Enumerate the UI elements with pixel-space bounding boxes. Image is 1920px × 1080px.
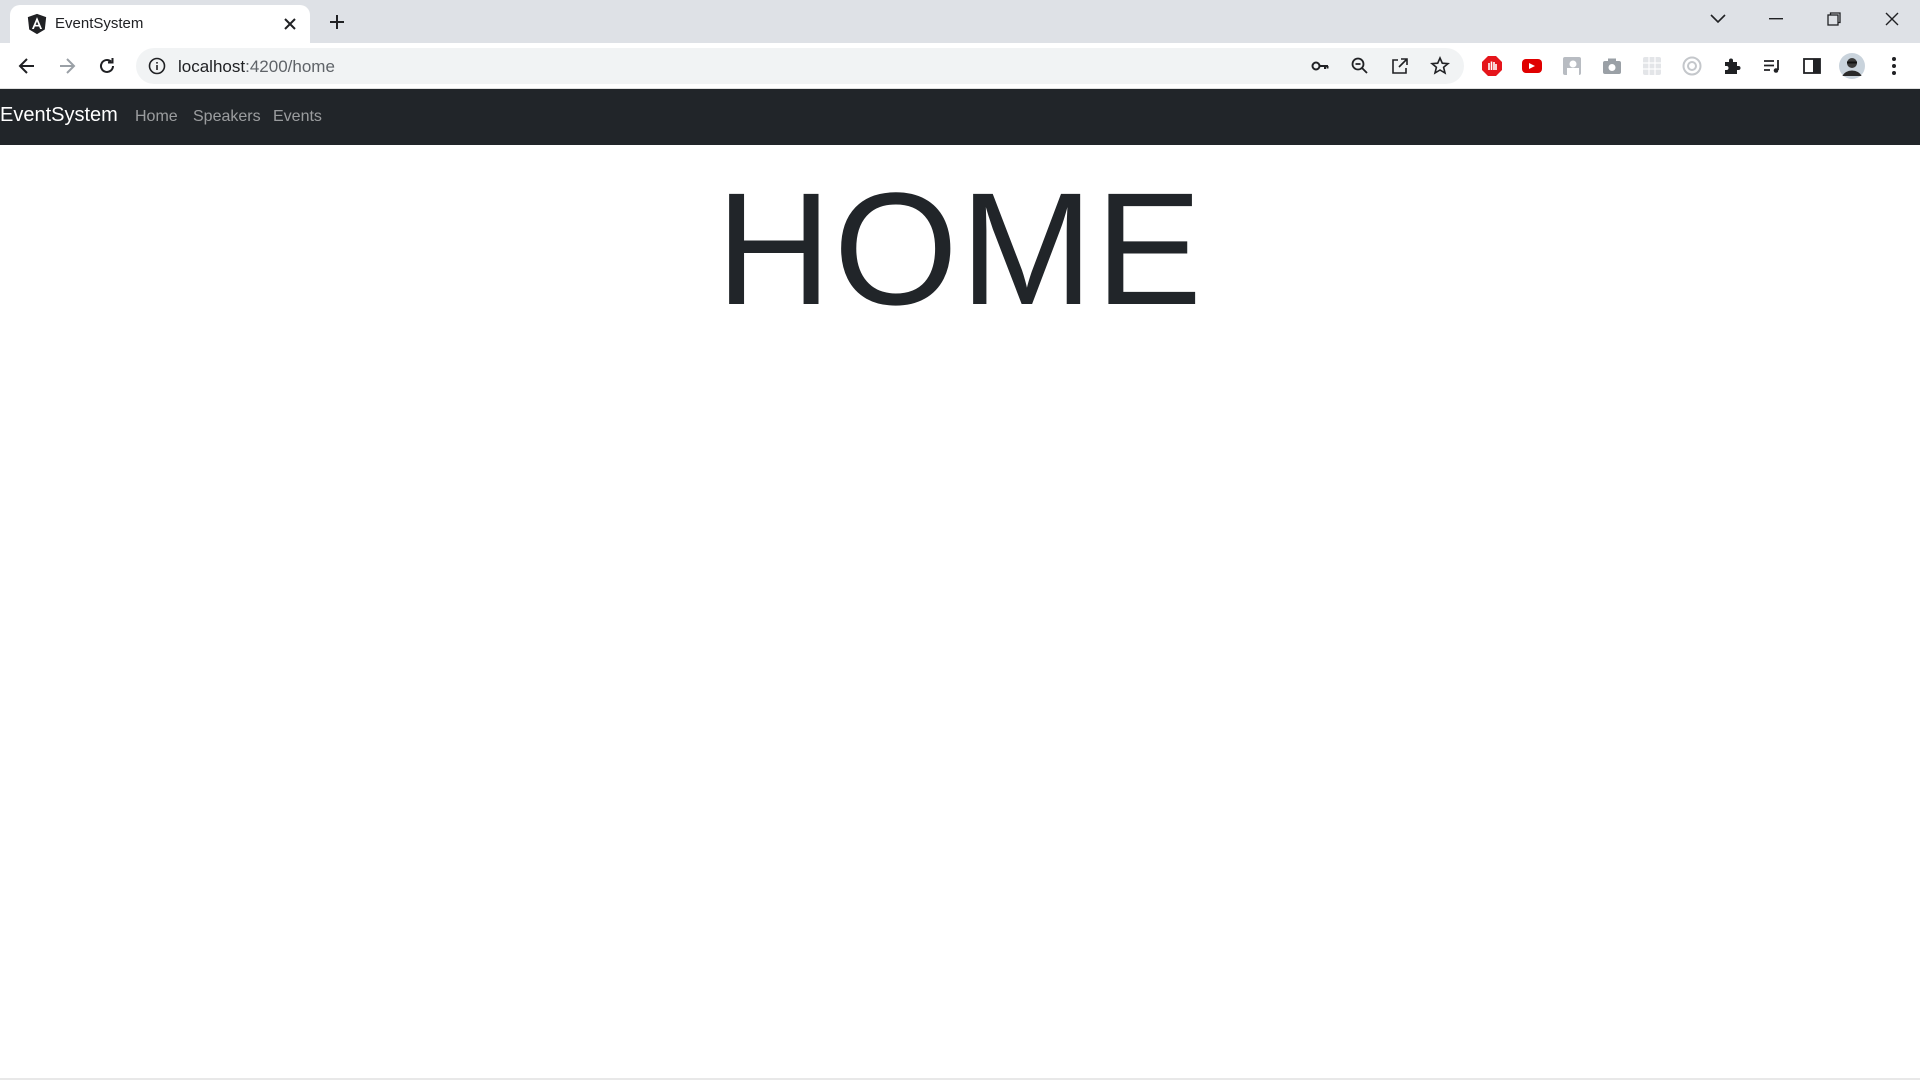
circle-extension-icon[interactable] <box>1678 52 1706 80</box>
nav-link-home[interactable]: Home <box>135 108 178 126</box>
nav-link-events[interactable]: Events <box>273 108 322 126</box>
media-playlist-icon[interactable] <box>1758 52 1786 80</box>
key-icon[interactable] <box>1306 52 1334 80</box>
new-tab-icon[interactable] <box>322 7 352 37</box>
browser-tab-strip: EventSystem <box>0 0 1920 43</box>
site-info-icon[interactable] <box>148 57 166 75</box>
forward-icon[interactable] <box>51 50 83 82</box>
bookmark-star-icon[interactable] <box>1426 52 1454 80</box>
chrome-menu-icon[interactable] <box>1880 52 1908 80</box>
close-tab-icon[interactable] <box>278 12 302 36</box>
address-bar[interactable]: localhost:4200/home <box>136 48 1464 84</box>
page-heading: HOME <box>716 159 1204 338</box>
angular-logo-icon <box>27 13 47 35</box>
side-panel-icon[interactable] <box>1798 52 1826 80</box>
adblock-extension-icon[interactable] <box>1478 52 1506 80</box>
nav-link-speakers[interactable]: Speakers <box>193 108 261 126</box>
tab-title: EventSystem <box>55 15 144 32</box>
url-host: localhost <box>178 57 246 76</box>
camera-extension-icon[interactable] <box>1598 52 1626 80</box>
url-path: :4200/home <box>245 57 335 76</box>
extensions-puzzle-icon[interactable] <box>1718 52 1746 80</box>
image-extension-icon[interactable] <box>1558 52 1586 80</box>
minimize-icon[interactable] <box>1748 0 1804 38</box>
reload-icon[interactable] <box>91 50 123 82</box>
close-window-icon[interactable] <box>1864 0 1920 38</box>
grid-extension-icon[interactable] <box>1638 52 1666 80</box>
app-navbar: EventSystem Home Speakers Events <box>0 89 1920 145</box>
zoom-out-icon[interactable] <box>1346 52 1374 80</box>
tab-search-icon[interactable] <box>1690 0 1746 38</box>
youtube-extension-icon[interactable] <box>1518 52 1546 80</box>
browser-tab[interactable]: EventSystem <box>10 5 310 43</box>
url-text[interactable]: localhost:4200/home <box>178 57 335 77</box>
restore-icon[interactable] <box>1806 0 1862 38</box>
profile-avatar-icon[interactable] <box>1838 52 1866 80</box>
navbar-brand[interactable]: EventSystem <box>0 104 118 127</box>
browser-toolbar: localhost:4200/home <box>0 43 1920 89</box>
back-icon[interactable] <box>11 50 43 82</box>
share-icon[interactable] <box>1386 52 1414 80</box>
